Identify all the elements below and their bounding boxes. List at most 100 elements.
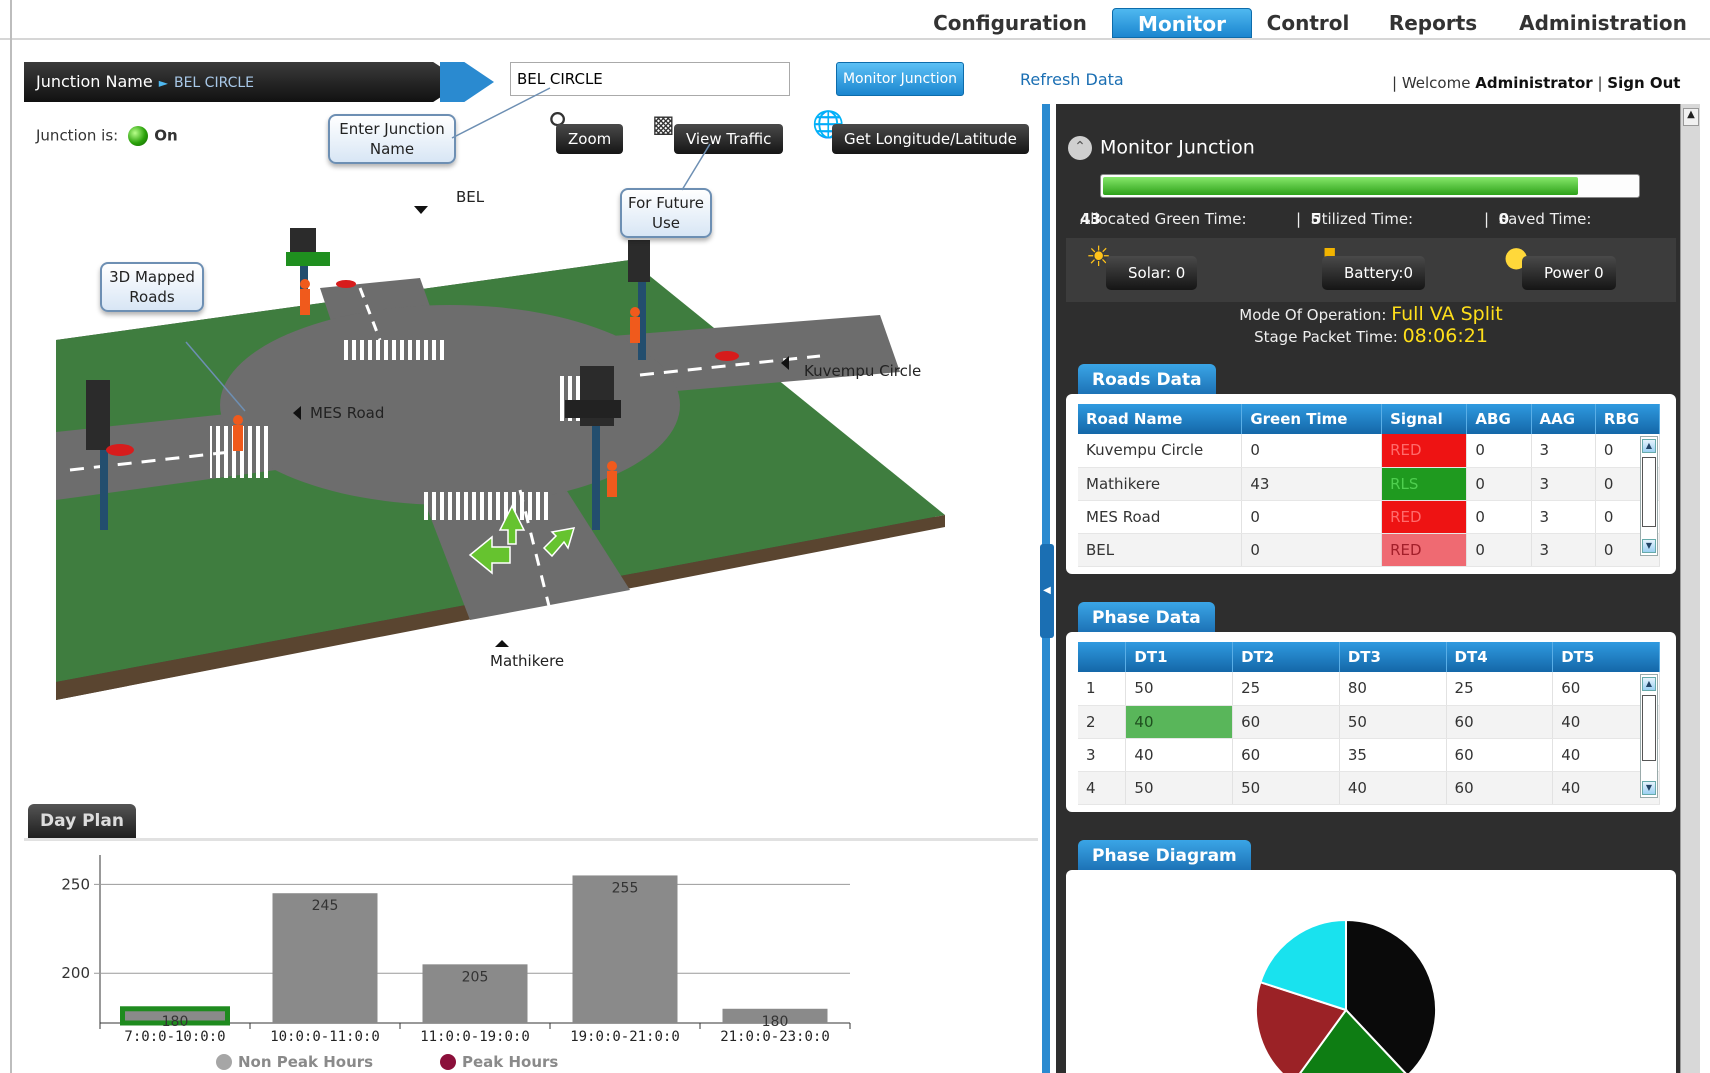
table-cell: 25 [1232,672,1340,706]
sensor-east-icon [715,351,739,361]
username: Administrator [1475,74,1593,92]
welcome-prefix: Welcome [1401,74,1471,92]
table-row[interactable]: MES Road 0 RED 0 3 0 [1078,500,1661,534]
table-cell: BEL [1078,533,1243,567]
scroll-up-icon[interactable]: ▲ [1642,677,1656,691]
phase-col-header[interactable]: DT3 [1339,642,1447,672]
phase-col-header[interactable]: DT2 [1232,642,1340,672]
signal-cell: RED [1381,500,1468,534]
monitor-junction-button[interactable]: Monitor Junction [836,62,964,96]
roads-col-header[interactable]: Road Name [1078,404,1243,434]
nav-configuration[interactable]: Configuration [930,8,1090,38]
roads-scrollbar[interactable]: ▲ ▼ [1640,436,1658,556]
table-row[interactable]: Mathikere 43 RLS 0 3 0 [1078,467,1661,501]
left-border [10,0,12,1073]
table-row[interactable]: 3 40 60 35 60 40 [1078,738,1660,772]
table-cell: 0 [1466,434,1532,468]
roads-col-header[interactable]: ABG [1466,404,1532,434]
phase-diagram-tab[interactable]: Phase Diagram [1078,840,1251,872]
table-cell: 43 [1241,467,1383,501]
get-location-button[interactable]: Get Longitude/Latitude [832,124,1029,154]
bar-value-label: 245 [312,898,339,914]
scroll-down-icon[interactable]: ▼ [1642,781,1656,795]
phase-scrollbar[interactable]: ▲ ▼ [1640,674,1658,798]
nav-monitor[interactable]: Monitor [1112,8,1252,38]
mode-label: Mode Of Operation: [1239,306,1387,324]
monitor-junction-title: Monitor Junction [1100,136,1255,159]
table-cell: 0 [1466,500,1532,534]
saved-time: | Saved Time: 0 [1484,210,1592,228]
day-plan-panel: 200 250 180 7:0:0-10:0:0 245 10:0:0-11:0:0 205… [24,838,1038,1073]
roads-col-header[interactable]: RBG [1595,404,1661,434]
progress-fill [1103,177,1579,195]
table-row[interactable]: 2 40 60 50 60 40 [1078,705,1660,739]
table-cell: 0 [1241,533,1383,567]
nav-control[interactable]: Control [1258,8,1358,38]
phase-col-header[interactable]: DT5 [1552,642,1660,672]
bar-value-label: 255 [612,880,639,896]
phase-col-header[interactable]: DT4 [1446,642,1554,672]
marker-south-icon [495,640,509,647]
table-cell: 4 [1078,771,1127,805]
phase-table-header: DT1 DT2 DT3 DT4 DT5 [1078,642,1660,672]
scroll-thumb[interactable] [1642,457,1656,527]
scroll-up-icon[interactable]: ▲ [1642,439,1656,453]
battery-button[interactable]: Battery:0 [1322,256,1426,290]
scroll-up-icon[interactable]: ▲ [1683,108,1699,126]
collapse-handle-icon[interactable]: ◀ [1040,544,1054,638]
bar-value-label: 180 [162,1014,189,1030]
nav-administration[interactable]: Administration [1518,8,1688,38]
legend-marker-non-peak [216,1054,232,1070]
x-tick-label: 21:0:0-23:0:0 [720,1029,830,1045]
x-tick-label: 19:0:0-21:0:0 [570,1029,680,1045]
roads-data-tab[interactable]: Roads Data [1078,364,1216,396]
scroll-thumb[interactable] [1642,695,1656,761]
sensor-north-icon [336,280,356,288]
table-row[interactable]: BEL 0 RED 0 3 0 [1078,533,1661,567]
x-tick-label: 11:0:0-19:0:0 [420,1029,530,1045]
panel-scrollbar[interactable]: ▲ [1680,104,1700,1073]
phase-diagram-panel [1066,870,1676,1073]
table-cell: 0 [1466,533,1532,567]
zoom-button[interactable]: Zoom [556,124,624,154]
bar-value-label: 205 [462,969,489,985]
roads-col-header[interactable]: Signal [1381,404,1468,434]
monitor-screen-icon: ▩ [652,110,675,138]
solar-button[interactable]: Solar: 0 [1106,256,1198,290]
sign-out-link[interactable]: Sign Out [1607,74,1680,92]
junction-3d-map[interactable] [40,170,960,730]
signal-cell: RED [1381,533,1468,567]
table-cell: 40 [1125,738,1234,772]
table-cell: 60 [1232,738,1340,772]
table-row[interactable]: 4 50 50 40 60 40 [1078,771,1660,805]
roads-col-header[interactable]: AAG [1531,404,1596,434]
roads-col-header[interactable]: Green Time [1241,404,1383,434]
table-row[interactable]: Kuvempu Circle 0 RED 0 3 0 [1078,434,1661,468]
phase-col-header[interactable]: DT1 [1125,642,1234,672]
legend-label-non-peak: Non Peak Hours [238,1053,373,1071]
green-time-progress [1100,174,1640,198]
roads-data-table: Road Name Green Time Signal ABG AAG RBG Kuvem… [1078,404,1661,567]
junction-name-label: Junction Name [36,72,153,91]
x-tick-label: 10:0:0-11:0:0 [270,1029,380,1045]
table-cell: Mathikere [1078,467,1243,501]
nav-reports[interactable]: Reports [1378,8,1488,38]
power-button[interactable]: Power 0 [1522,256,1616,290]
refresh-data-link[interactable]: Refresh Data [1020,70,1124,89]
road-label-mathikere: Mathikere [490,652,565,670]
collapse-chevron-icon[interactable]: ⌃ [1068,136,1092,160]
phase-data-tab[interactable]: Phase Data [1078,602,1215,634]
day-plan-tab[interactable]: Day Plan [28,804,136,838]
marker-north-icon [414,206,428,214]
road-label-mes: MES Road [310,404,385,422]
roads-data-panel: Road Name Green Time Signal ABG AAG RBG Kuvem… [1066,394,1676,574]
status-led-icon [128,126,149,146]
table-cell: 35 [1339,738,1447,772]
allocated-label: Allocated Green Time: [1080,210,1247,228]
scroll-down-icon[interactable]: ▼ [1642,539,1656,553]
phase-col-header[interactable] [1078,642,1127,672]
table-cell: 60 [1446,705,1554,739]
table-cell: 80 [1339,672,1447,706]
callout-pointer-future [681,143,711,191]
table-row[interactable]: 1 50 25 80 25 60 [1078,672,1660,706]
